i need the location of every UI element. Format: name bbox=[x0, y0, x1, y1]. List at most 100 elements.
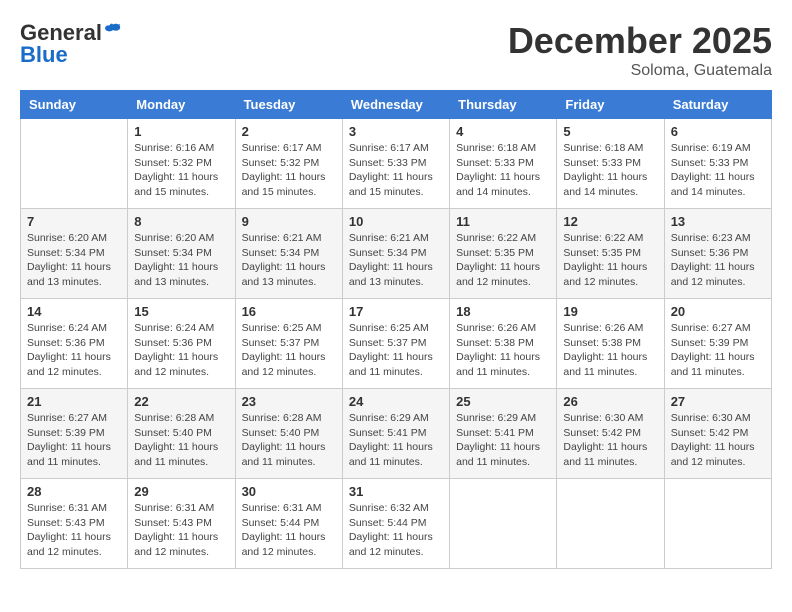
day-number: 21 bbox=[27, 394, 121, 409]
day-detail: Sunrise: 6:18 AMSunset: 5:33 PMDaylight:… bbox=[456, 141, 550, 200]
weekday-header: Monday bbox=[128, 91, 235, 119]
day-number: 30 bbox=[242, 484, 336, 499]
calendar-cell: 2Sunrise: 6:17 AMSunset: 5:32 PMDaylight… bbox=[235, 119, 342, 209]
calendar-cell: 6 Sunrise: 6:19 AMSunset: 5:33 PMDaylight… bbox=[664, 119, 771, 209]
calendar-week-row: 1 Sunrise: 6:16 AMSunset: 5:32 PMDaylight… bbox=[21, 119, 772, 209]
calendar-cell: 27 Sunrise: 6:30 AMSunset: 5:42 PMDayligh… bbox=[664, 389, 771, 479]
calendar-cell: 1 Sunrise: 6:16 AMSunset: 5:32 PMDaylight… bbox=[128, 119, 235, 209]
calendar-body: 1 Sunrise: 6:16 AMSunset: 5:32 PMDaylight… bbox=[21, 119, 772, 569]
day-number: 23 bbox=[242, 394, 336, 409]
calendar-cell: 22 Sunrise: 6:28 AMSunset: 5:40 PMDayligh… bbox=[128, 389, 235, 479]
day-detail: Sunrise: 6:21 AMSunset: 5:34 PMDaylight:… bbox=[242, 231, 336, 290]
day-number: 1 bbox=[134, 124, 228, 139]
calendar-cell: 10 Sunrise: 6:21 AMSunset: 5:34 PMDayligh… bbox=[342, 209, 449, 299]
calendar-cell: 24 Sunrise: 6:29 AMSunset: 5:41 PMDayligh… bbox=[342, 389, 449, 479]
weekday-header: Friday bbox=[557, 91, 664, 119]
calendar-cell: 11Sunrise: 6:22 AMSunset: 5:35 PMDayligh… bbox=[450, 209, 557, 299]
calendar-cell bbox=[450, 479, 557, 569]
calendar-cell: 18Sunrise: 6:26 AMSunset: 5:38 PMDayligh… bbox=[450, 299, 557, 389]
day-number: 16 bbox=[242, 304, 336, 319]
calendar-header-row: SundayMondayTuesdayWednesdayThursdayFrid… bbox=[21, 91, 772, 119]
day-number: 13 bbox=[671, 214, 765, 229]
day-detail: Sunrise: 6:29 AMSunset: 5:41 PMDaylight:… bbox=[349, 411, 443, 470]
day-number: 4 bbox=[456, 124, 550, 139]
calendar-cell: 13Sunrise: 6:23 AMSunset: 5:36 PMDayligh… bbox=[664, 209, 771, 299]
calendar-cell: 26Sunrise: 6:30 AMSunset: 5:42 PMDayligh… bbox=[557, 389, 664, 479]
weekday-header: Thursday bbox=[450, 91, 557, 119]
day-number: 24 bbox=[349, 394, 443, 409]
day-detail: Sunrise: 6:20 AMSunset: 5:34 PMDaylight:… bbox=[27, 231, 121, 290]
day-detail: Sunrise: 6:31 AMSunset: 5:44 PMDaylight:… bbox=[242, 501, 336, 560]
day-detail: Sunrise: 6:27 AMSunset: 5:39 PMDaylight:… bbox=[27, 411, 121, 470]
page-header: General Blue December 2025 Soloma, Guate… bbox=[20, 20, 772, 80]
day-number: 22 bbox=[134, 394, 228, 409]
day-detail: Sunrise: 6:16 AMSunset: 5:32 PMDaylight:… bbox=[134, 141, 228, 200]
calendar-cell: 4 Sunrise: 6:18 AMSunset: 5:33 PMDaylight… bbox=[450, 119, 557, 209]
logo: General Blue bbox=[20, 20, 122, 68]
day-number: 31 bbox=[349, 484, 443, 499]
day-detail: Sunrise: 6:22 AMSunset: 5:35 PMDaylight:… bbox=[563, 231, 657, 290]
day-number: 8 bbox=[134, 214, 228, 229]
calendar-cell: 28 Sunrise: 6:31 AMSunset: 5:43 PMDayligh… bbox=[21, 479, 128, 569]
day-number: 17 bbox=[349, 304, 443, 319]
day-detail: Sunrise: 6:24 AMSunset: 5:36 PMDaylight:… bbox=[27, 321, 121, 380]
calendar-cell: 20 Sunrise: 6:27 AMSunset: 5:39 PMDayligh… bbox=[664, 299, 771, 389]
calendar-cell: 30 Sunrise: 6:31 AMSunset: 5:44 PMDayligh… bbox=[235, 479, 342, 569]
day-detail: Sunrise: 6:24 AMSunset: 5:36 PMDaylight:… bbox=[134, 321, 228, 380]
day-number: 5 bbox=[563, 124, 657, 139]
day-number: 28 bbox=[27, 484, 121, 499]
month-title: December 2025 bbox=[508, 20, 772, 62]
calendar-week-row: 28 Sunrise: 6:31 AMSunset: 5:43 PMDayligh… bbox=[21, 479, 772, 569]
day-detail: Sunrise: 6:30 AMSunset: 5:42 PMDaylight:… bbox=[563, 411, 657, 470]
title-block: December 2025 Soloma, Guatemala bbox=[508, 20, 772, 80]
calendar-table: SundayMondayTuesdayWednesdayThursdayFrid… bbox=[20, 90, 772, 569]
day-detail: Sunrise: 6:28 AMSunset: 5:40 PMDaylight:… bbox=[134, 411, 228, 470]
calendar-cell: 19 Sunrise: 6:26 AMSunset: 5:38 PMDayligh… bbox=[557, 299, 664, 389]
weekday-header: Sunday bbox=[21, 91, 128, 119]
day-detail: Sunrise: 6:27 AMSunset: 5:39 PMDaylight:… bbox=[671, 321, 765, 380]
weekday-header: Saturday bbox=[664, 91, 771, 119]
day-detail: Sunrise: 6:20 AMSunset: 5:34 PMDaylight:… bbox=[134, 231, 228, 290]
day-detail: Sunrise: 6:19 AMSunset: 5:33 PMDaylight:… bbox=[671, 141, 765, 200]
day-detail: Sunrise: 6:32 AMSunset: 5:44 PMDaylight:… bbox=[349, 501, 443, 560]
day-number: 25 bbox=[456, 394, 550, 409]
day-number: 3 bbox=[349, 124, 443, 139]
day-detail: Sunrise: 6:31 AMSunset: 5:43 PMDaylight:… bbox=[27, 501, 121, 560]
calendar-week-row: 21 Sunrise: 6:27 AMSunset: 5:39 PMDayligh… bbox=[21, 389, 772, 479]
day-detail: Sunrise: 6:18 AMSunset: 5:33 PMDaylight:… bbox=[563, 141, 657, 200]
day-number: 9 bbox=[242, 214, 336, 229]
day-number: 15 bbox=[134, 304, 228, 319]
calendar-cell: 17 Sunrise: 6:25 AMSunset: 5:37 PMDayligh… bbox=[342, 299, 449, 389]
calendar-cell bbox=[21, 119, 128, 209]
day-number: 14 bbox=[27, 304, 121, 319]
day-detail: Sunrise: 6:31 AMSunset: 5:43 PMDaylight:… bbox=[134, 501, 228, 560]
calendar-cell: 23 Sunrise: 6:28 AMSunset: 5:40 PMDayligh… bbox=[235, 389, 342, 479]
calendar-cell: 3Sunrise: 6:17 AMSunset: 5:33 PMDaylight… bbox=[342, 119, 449, 209]
calendar-cell: 31 Sunrise: 6:32 AMSunset: 5:44 PMDayligh… bbox=[342, 479, 449, 569]
day-detail: Sunrise: 6:21 AMSunset: 5:34 PMDaylight:… bbox=[349, 231, 443, 290]
calendar-cell: 14 Sunrise: 6:24 AMSunset: 5:36 PMDayligh… bbox=[21, 299, 128, 389]
day-number: 2 bbox=[242, 124, 336, 139]
location-subtitle: Soloma, Guatemala bbox=[508, 62, 772, 80]
calendar-week-row: 14 Sunrise: 6:24 AMSunset: 5:36 PMDayligh… bbox=[21, 299, 772, 389]
weekday-header: Wednesday bbox=[342, 91, 449, 119]
day-detail: Sunrise: 6:26 AMSunset: 5:38 PMDaylight:… bbox=[563, 321, 657, 380]
day-number: 29 bbox=[134, 484, 228, 499]
day-number: 19 bbox=[563, 304, 657, 319]
calendar-cell bbox=[557, 479, 664, 569]
day-detail: Sunrise: 6:22 AMSunset: 5:35 PMDaylight:… bbox=[456, 231, 550, 290]
day-detail: Sunrise: 6:28 AMSunset: 5:40 PMDaylight:… bbox=[242, 411, 336, 470]
day-number: 27 bbox=[671, 394, 765, 409]
calendar-cell: 5 Sunrise: 6:18 AMSunset: 5:33 PMDaylight… bbox=[557, 119, 664, 209]
day-number: 20 bbox=[671, 304, 765, 319]
calendar-cell: 8 Sunrise: 6:20 AMSunset: 5:34 PMDaylight… bbox=[128, 209, 235, 299]
calendar-cell: 12Sunrise: 6:22 AMSunset: 5:35 PMDayligh… bbox=[557, 209, 664, 299]
day-detail: Sunrise: 6:25 AMSunset: 5:37 PMDaylight:… bbox=[349, 321, 443, 380]
calendar-week-row: 7Sunrise: 6:20 AMSunset: 5:34 PMDaylight… bbox=[21, 209, 772, 299]
calendar-cell: 16Sunrise: 6:25 AMSunset: 5:37 PMDayligh… bbox=[235, 299, 342, 389]
day-detail: Sunrise: 6:26 AMSunset: 5:38 PMDaylight:… bbox=[456, 321, 550, 380]
day-detail: Sunrise: 6:30 AMSunset: 5:42 PMDaylight:… bbox=[671, 411, 765, 470]
day-number: 6 bbox=[671, 124, 765, 139]
day-number: 10 bbox=[349, 214, 443, 229]
calendar-cell: 21 Sunrise: 6:27 AMSunset: 5:39 PMDayligh… bbox=[21, 389, 128, 479]
